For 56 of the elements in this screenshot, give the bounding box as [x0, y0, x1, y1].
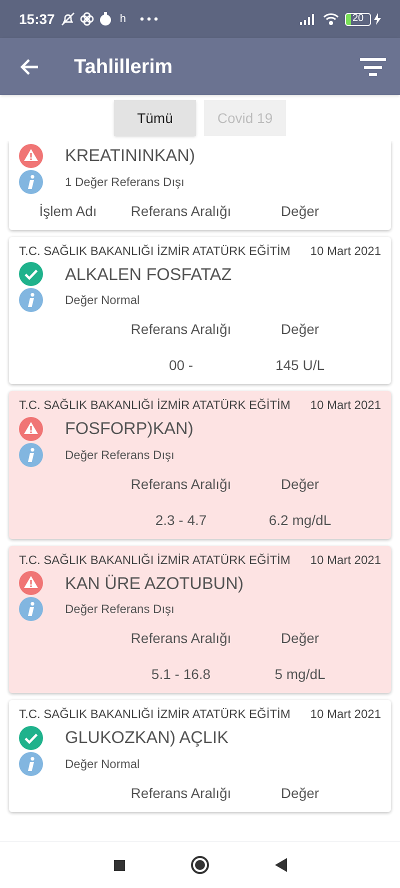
result-date: 10 Mart 2021 — [310, 397, 381, 414]
status-time: 15:37 — [19, 10, 55, 28]
filter-tab[interactable]: Tümü — [114, 100, 196, 136]
fan-icon — [80, 12, 94, 26]
table-cell-text: 6.2 mg/dL — [268, 510, 332, 530]
signal-icon — [300, 14, 315, 24]
result-summary: Değer Normal — [65, 756, 140, 772]
test-name: GLUKOZKAN) AÇLIK — [65, 727, 228, 749]
column-header: Değer — [280, 474, 320, 494]
result-summary: Değer Normal — [65, 292, 140, 309]
ball-icon — [98, 12, 112, 26]
table-cell-text: 145 U/L — [275, 356, 325, 375]
info-icon — [19, 170, 43, 194]
wifi-icon — [323, 13, 339, 25]
recent-apps-button[interactable] — [114, 860, 124, 870]
screen-title: Tahlillerim — [74, 54, 173, 80]
column-header: Referans Aralığı — [130, 320, 232, 339]
column-header: Referans Aralığı — [130, 202, 232, 221]
test-name: KAN ÜRE AZOTUBUN) — [65, 572, 244, 594]
result-date: 10 Mart 2021 — [310, 706, 381, 723]
table-cell-text: 2.3 - 4.7 — [155, 510, 207, 530]
column-header: Değer — [280, 629, 320, 648]
result-summary: Değer Referans Dışı — [65, 446, 174, 464]
info-icon — [19, 597, 43, 621]
battery-icon: 20 — [345, 12, 371, 26]
column-header: Referans Aralığı — [130, 784, 232, 803]
column-header: Değer — [280, 320, 320, 339]
filter-button[interactable] — [360, 56, 386, 78]
home-button[interactable] — [190, 856, 208, 874]
info-icon — [19, 752, 43, 776]
hospital-name: T.C. SAĞLIK BAKANLIĞI İZMİR ATATÜRK EĞİTİM — [19, 242, 290, 260]
result-date: 10 Mart 2021 — [310, 552, 381, 568]
result-date: 10 Mart 2021 — [310, 242, 381, 260]
hospital-name: T.C. SAĞLIK BAKANLIĞI İZMİR ATATÜRK EĞİTİM — [19, 552, 290, 568]
back-nav-button[interactable] — [274, 858, 286, 872]
notification-off-icon — [60, 12, 75, 26]
test-name: FOSFORP)KAN) — [65, 418, 194, 440]
table-cell-text: 5 mg/dL — [274, 665, 326, 684]
test-name: KREATININKAN) — [65, 145, 196, 167]
charging-icon — [374, 13, 381, 25]
column-header: Değer — [280, 202, 320, 221]
info-icon — [19, 288, 43, 312]
column-header: Referans Aralığı — [130, 474, 232, 494]
table-cell-text: 5.1 - 16.8 — [151, 665, 211, 684]
hospital-name: T.C. SAĞLIK BAKANLIĞI İZMİR ATATÜRK EĞİTİM — [19, 397, 290, 414]
test-name: ALKALEN FOSFATAZ — [65, 264, 232, 286]
table-cell-text: 00 - — [168, 356, 194, 375]
more-icon — [140, 17, 158, 21]
column-header: İşlem Adı — [39, 202, 97, 221]
status-text: h — [120, 12, 126, 27]
info-icon — [19, 442, 43, 466]
hospital-name: T.C. SAĞLIK BAKANLIĞI İZMİR ATATÜRK EĞİTİM — [19, 706, 290, 723]
column-header: Referans Aralığı — [130, 629, 232, 648]
column-header: Değer — [280, 784, 320, 803]
result-summary: 1 Değer Referans Dışı — [65, 174, 184, 190]
result-summary: Değer Referans Dışı — [65, 601, 174, 618]
